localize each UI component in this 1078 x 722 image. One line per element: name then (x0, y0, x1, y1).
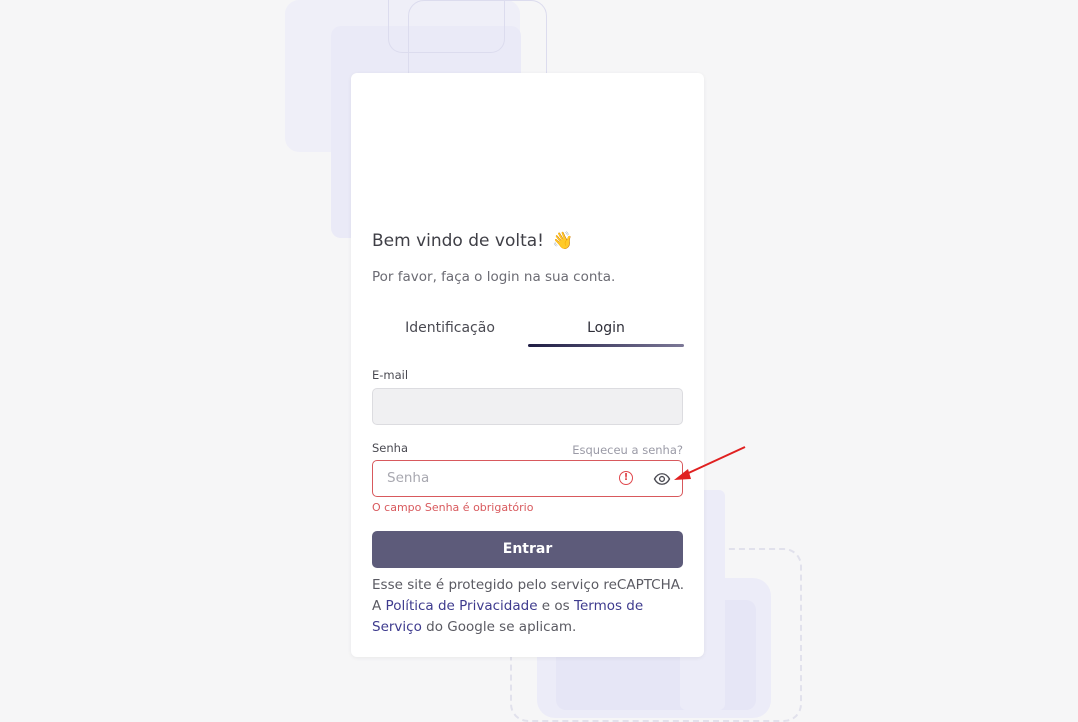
eye-icon[interactable] (653, 470, 671, 488)
email-label: E-mail (372, 368, 409, 382)
password-placeholder: Senha (387, 470, 430, 486)
tab-identificacao[interactable]: Identificação (372, 311, 528, 345)
password-field[interactable]: Senha ! (372, 460, 683, 497)
password-label: Senha (372, 441, 408, 455)
auth-tabs: Identificação Login (372, 311, 684, 347)
privacy-policy-link[interactable]: Política de Privacidade (386, 598, 538, 614)
welcome-title: Bem vindo de volta! (372, 231, 544, 251)
tab-login[interactable]: Login (528, 311, 684, 345)
login-card: Bem vindo de volta! 👋 Por favor, faça o … (351, 73, 704, 657)
recaptcha-text: do Google se aplicam. (421, 619, 577, 635)
red-arrow-annotation (674, 446, 746, 480)
welcome-heading: Bem vindo de volta! 👋 (372, 231, 574, 251)
recaptcha-text: e os (537, 598, 574, 614)
submit-button[interactable]: Entrar (372, 531, 683, 568)
welcome-subtitle: Por favor, faça o login na sua conta. (372, 269, 616, 285)
exclamation-circle-icon: ! (619, 471, 633, 485)
email-field[interactable] (372, 388, 683, 425)
active-tab-indicator (528, 344, 684, 347)
password-error-message: O campo Senha é obrigatório (372, 501, 534, 514)
recaptcha-notice: Esse site é protegido pelo serviço reCAP… (372, 575, 692, 638)
waving-hand-icon: 👋 (552, 231, 574, 251)
forgot-password-link[interactable]: Esqueceu a senha? (572, 443, 683, 457)
